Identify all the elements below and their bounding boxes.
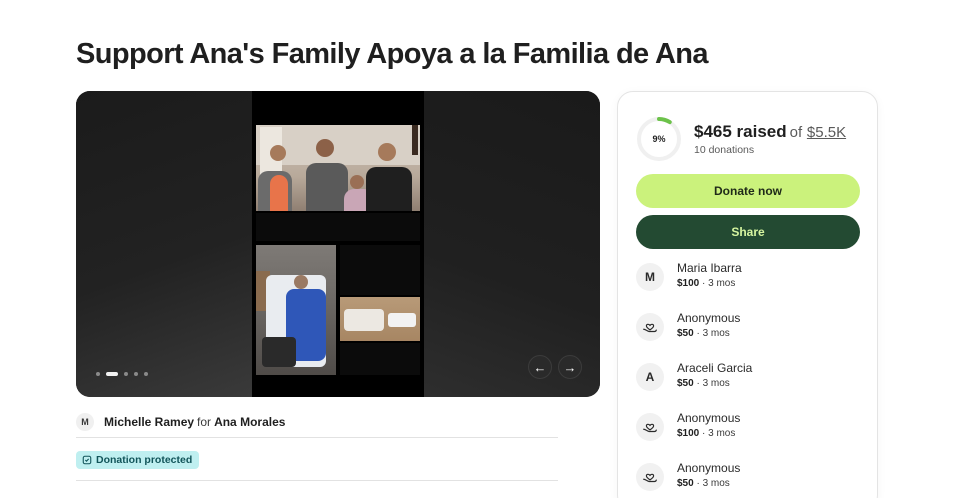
organizer-text: Michelle Ramey for Ana Morales xyxy=(104,415,285,429)
donor-meta: $50 · 3 mos xyxy=(677,376,752,391)
donor-amount: $50 xyxy=(677,378,694,389)
donor-item: Anonymous $100 · 3 mos xyxy=(636,407,866,457)
hospital-photo xyxy=(256,245,336,375)
donor-avatar: A xyxy=(636,363,664,391)
arrow-left-icon: ← xyxy=(533,359,547,375)
donor-amount: $100 xyxy=(677,428,700,439)
carousel-dot[interactable] xyxy=(96,372,100,376)
donor-time: · 3 mos xyxy=(699,278,736,289)
carousel-dot[interactable] xyxy=(134,372,138,376)
donor-time: · 3 mos xyxy=(693,378,730,389)
carousel-dots[interactable] xyxy=(96,372,148,376)
donate-now-button[interactable]: Donate now xyxy=(636,174,860,208)
donor-item: Anonymous $50 · 3 mos xyxy=(636,307,866,357)
donation-card: 9% $465 raised of $5.5K 10 donations Dona… xyxy=(617,91,878,498)
donor-avatar xyxy=(636,413,664,441)
organizer-row: M Michelle Ramey for Ana Morales xyxy=(76,408,558,438)
media-carousel[interactable]: ← → xyxy=(76,91,600,397)
carousel-backdrop-right xyxy=(424,91,600,397)
share-button[interactable]: Share xyxy=(636,215,860,249)
donor-avatar xyxy=(636,313,664,341)
donor-amount: $50 xyxy=(677,328,694,339)
carousel-backdrop-left xyxy=(76,91,252,397)
page-title: Support Ana's Family Apoya a la Familia … xyxy=(76,38,709,70)
goal-amount[interactable]: $5.5K xyxy=(807,124,846,141)
family-photo xyxy=(256,125,420,211)
donor-item: M Maria Ibarra $100 · 3 mos xyxy=(636,257,866,307)
donor-meta: $100 · 3 mos xyxy=(677,426,740,441)
donor-time: · 3 mos xyxy=(693,478,730,489)
donor-name: Anonymous xyxy=(677,311,741,325)
donor-meta: $50 · 3 mos xyxy=(677,326,740,341)
carousel-prev-button[interactable]: ← xyxy=(528,355,552,379)
donation-protected-label: Donation protected xyxy=(96,454,193,466)
divider xyxy=(76,480,558,481)
donor-amount: $50 xyxy=(677,478,694,489)
donor-name: Araceli Garcia xyxy=(677,361,753,375)
carousel-image[interactable] xyxy=(252,91,424,397)
donor-list: M Maria Ibarra $100 · 3 mos Anonymous $50 · … xyxy=(636,257,866,498)
carousel-dot[interactable] xyxy=(124,372,128,376)
amount-raised: $465 raised of $5.5K xyxy=(694,122,846,142)
bed-photo xyxy=(340,297,420,341)
donor-avatar xyxy=(636,463,664,491)
organizer-for-text: for xyxy=(197,414,212,429)
donor-meta: $50 · 3 mos xyxy=(677,476,740,491)
heart-hand-icon xyxy=(643,423,657,433)
donor-item: Anonymous $50 · 3 mos xyxy=(636,457,866,498)
donation-count: 10 donations xyxy=(694,144,755,156)
donor-time: · 3 mos xyxy=(699,428,736,439)
progress-percent: 9% xyxy=(652,134,666,144)
donor-name: Anonymous xyxy=(677,461,741,475)
organizer-avatar[interactable]: M xyxy=(76,412,94,431)
donor-name: Anonymous xyxy=(677,411,741,425)
donor-item: A Araceli Garcia $50 · 3 mos xyxy=(636,357,866,407)
arrow-right-icon: → xyxy=(563,359,577,375)
donor-avatar: M xyxy=(636,263,664,291)
beneficiary-name[interactable]: Ana Morales xyxy=(214,415,285,429)
carousel-dot[interactable] xyxy=(144,372,148,376)
donor-time: · 3 mos xyxy=(693,328,730,339)
carousel-next-button[interactable]: → xyxy=(558,355,582,379)
raised-amount: $465 raised xyxy=(694,122,787,141)
donation-protected-badge[interactable]: Donation protected xyxy=(76,451,200,469)
of-text: of xyxy=(789,124,803,141)
heart-hand-icon xyxy=(643,473,657,483)
shield-icon xyxy=(82,455,92,465)
donor-amount: $100 xyxy=(677,278,700,289)
donor-meta: $100 · 3 mos xyxy=(677,276,742,291)
heart-hand-icon xyxy=(643,323,657,333)
donor-name: Maria Ibarra xyxy=(677,261,742,275)
organizer-name[interactable]: Michelle Ramey xyxy=(104,415,194,429)
carousel-dot[interactable] xyxy=(106,372,118,376)
